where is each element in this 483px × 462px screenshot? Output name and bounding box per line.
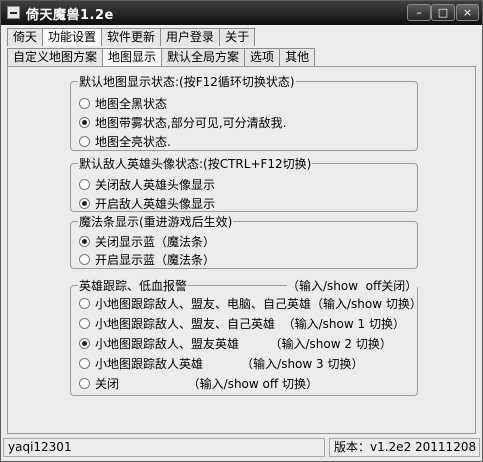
tab-map-display[interactable]: 地图显示 — [102, 48, 163, 66]
map-display-option[interactable]: 地图全黑状态 — [79, 95, 167, 111]
minimize-button[interactable]: – — [407, 4, 431, 21]
map-display-group: 默认地图显示状态:(按F12循环切换状态) 地图全黑状态 地图带雾状态,部分可见… — [70, 73, 418, 151]
system-menu-icon[interactable] — [7, 6, 20, 19]
tab-function-settings[interactable]: 功能设置 — [42, 28, 103, 46]
option-label: 小地图跟踪敌人、盟友、电脑、自己英雄（输入/show 切换） — [95, 296, 422, 311]
option-label: 开启显示蓝（魔法条） — [95, 252, 216, 267]
hero-tracking-option[interactable]: 小地图跟踪敌人、盟友、自己英雄 （输入/show 1 切换） — [79, 315, 405, 331]
hero-tracking-group: 英雄跟踪、低血报警 （输入/show off关闭） 小地图跟踪敌人、盟友、电脑、… — [70, 277, 422, 396]
status-version: 版本：v1.2e2 20111208 — [329, 438, 480, 457]
radio-icon[interactable] — [79, 197, 90, 209]
tab-user-login[interactable]: 用户登录 — [160, 28, 221, 46]
option-label: 关闭 （输入/show off 切换） — [95, 376, 318, 391]
radio-icon[interactable] — [79, 116, 90, 128]
tab-options[interactable]: 选项 — [244, 48, 281, 66]
mana-bar-group: 魔法条显示(重进游戏后生效) 关闭显示蓝（魔法条） 开启显示蓝（魔法条） — [70, 213, 418, 269]
map-display-group-title: 默认地图显示状态:(按F12循环切换状态) — [78, 73, 296, 90]
radio-icon[interactable] — [79, 337, 90, 349]
sub-tab-bar: 自定义地图方案 地图显示 默认全局方案 选项 其他 — [7, 48, 316, 66]
radio-icon[interactable] — [79, 135, 90, 147]
title-bar[interactable]: 倚天魔兽1.2e – □ × — [1, 1, 482, 25]
hero-tracking-hint: （输入/show off关闭） — [287, 277, 418, 294]
maximize-button[interactable]: □ — [431, 4, 455, 21]
status-user: yaqi12301 — [3, 438, 325, 457]
tab-default-global-scheme[interactable]: 默认全局方案 — [161, 48, 246, 66]
radio-icon[interactable] — [79, 235, 90, 247]
enemy-hero-option[interactable]: 开启敌人英雄头像显示 — [79, 195, 215, 211]
option-label: 开启敌人英雄头像显示 — [95, 196, 216, 211]
close-button[interactable]: × — [456, 4, 479, 21]
status-bar: yaqi12301 版本：v1.2e2 20111208 — [3, 438, 480, 459]
option-label: 关闭显示蓝（魔法条） — [95, 234, 216, 249]
radio-icon[interactable] — [79, 297, 90, 309]
tab-software-update[interactable]: 软件更新 — [101, 28, 162, 46]
tab-custom-map-scheme[interactable]: 自定义地图方案 — [7, 48, 104, 66]
radio-icon[interactable] — [79, 357, 90, 369]
map-display-option[interactable]: 地图带雾状态,部分可见,可分清敌我. — [79, 114, 286, 130]
option-label: 地图带雾状态,部分可见,可分清敌我. — [95, 115, 287, 130]
option-label: 地图全黑状态 — [95, 96, 168, 111]
hero-tracking-group-title: 英雄跟踪、低血报警 — [78, 277, 189, 294]
tab-about[interactable]: 关于 — [219, 28, 256, 46]
radio-icon[interactable] — [79, 178, 90, 190]
option-label: 小地图跟踪敌人、盟友英雄 （输入/show 2 切换） — [95, 336, 392, 351]
option-label: 地图全亮状态. — [95, 134, 171, 149]
hero-tracking-option[interactable]: 小地图跟踪敌人英雄 （输入/show 3 切换） — [79, 355, 363, 371]
radio-icon[interactable] — [79, 377, 90, 389]
radio-icon[interactable] — [79, 253, 90, 265]
app-window: 倚天魔兽1.2e – □ × 倚天 功能设置 软件更新 用户登录 关于 自定义地… — [0, 0, 483, 462]
enemy-hero-group-title: 默认敌人英雄头像状态:(按CTRL+F12切换) — [78, 155, 313, 172]
tab-other[interactable]: 其他 — [279, 48, 316, 66]
hero-tracking-option[interactable]: 小地图跟踪敌人、盟友、电脑、自己英雄（输入/show 切换） — [79, 295, 422, 311]
radio-icon[interactable] — [79, 317, 90, 329]
mana-bar-option[interactable]: 关闭显示蓝（魔法条） — [79, 233, 215, 249]
enemy-hero-avatar-group: 默认敌人英雄头像状态:(按CTRL+F12切换) 关闭敌人英雄头像显示 开启敌人… — [70, 155, 418, 212]
tab-yitian[interactable]: 倚天 — [7, 28, 44, 46]
main-tab-bar: 倚天 功能设置 软件更新 用户登录 关于 — [7, 28, 256, 46]
option-label: 关闭敌人英雄头像显示 — [95, 177, 216, 192]
radio-icon[interactable] — [79, 97, 90, 109]
map-display-option[interactable]: 地图全亮状态. — [79, 133, 171, 149]
mana-bar-option[interactable]: 开启显示蓝（魔法条） — [79, 251, 215, 267]
option-label: 小地图跟踪敌人英雄 （输入/show 3 切换） — [95, 356, 364, 371]
option-label: 小地图跟踪敌人、盟友、自己英雄 （输入/show 1 切换） — [95, 316, 405, 331]
window-title: 倚天魔兽1.2e — [26, 8, 114, 23]
hero-tracking-option[interactable]: 小地图跟踪敌人、盟友英雄 （输入/show 2 切换） — [79, 335, 392, 351]
mana-bar-group-title: 魔法条显示(重进游戏后生效) — [78, 213, 234, 230]
enemy-hero-option[interactable]: 关闭敌人英雄头像显示 — [79, 176, 215, 192]
map-display-panel: 默认地图显示状态:(按F12循环切换状态) 地图全黑状态 地图带雾状态,部分可见… — [7, 66, 476, 434]
hero-tracking-option[interactable]: 关闭 （输入/show off 切换） — [79, 375, 318, 391]
